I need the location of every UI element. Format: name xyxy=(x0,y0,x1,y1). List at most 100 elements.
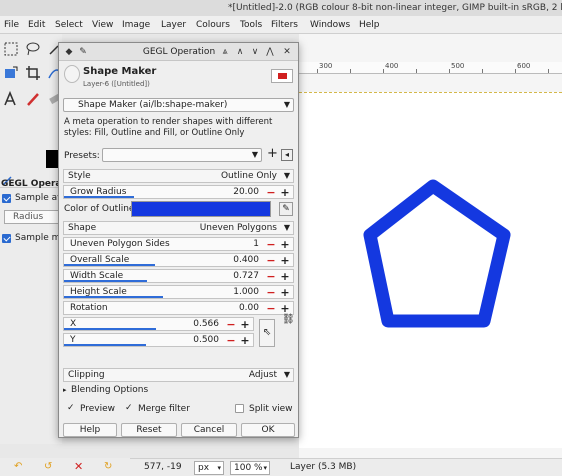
menu-edit[interactable]: Edit xyxy=(28,16,45,34)
menu-view[interactable]: View xyxy=(92,16,113,34)
param-value: 0.400 xyxy=(233,255,259,265)
menu-filters[interactable]: Filters xyxy=(271,16,298,34)
param-value: 1 xyxy=(253,239,259,249)
tool-options-dock: GEGL Operatio Sample ave Radius Sample m… xyxy=(0,174,75,444)
rect-select-icon[interactable] xyxy=(2,40,20,58)
grow-radius-slider[interactable]: Grow Radius 20.00 − + xyxy=(63,185,294,199)
clipping-select[interactable]: Clipping Adjust ▼ xyxy=(63,368,294,382)
add-preset-icon[interactable]: + xyxy=(267,146,278,161)
decrement-button[interactable]: − xyxy=(265,255,277,267)
decrement-button[interactable]: − xyxy=(225,335,237,347)
menu-file[interactable]: File xyxy=(4,16,19,34)
preview-checkbox[interactable]: ✓ xyxy=(67,403,75,413)
keep-above-icon[interactable]: ⩓ xyxy=(219,46,231,58)
gegl-operation-dialog: ◆ ✎ GEGL Operation ⩓ ∧ ∨ ⋀ ✕ Shape Maker… xyxy=(58,42,299,438)
expander-arrow-icon[interactable]: ▸ xyxy=(63,386,67,394)
sample-average-checkbox[interactable] xyxy=(2,194,11,203)
outline-color-button[interactable] xyxy=(131,201,271,217)
cancel-button[interactable]: Cancel xyxy=(181,423,237,437)
pentagon-outline-shape xyxy=(363,179,511,328)
x-slider[interactable]: X 0.566 − + xyxy=(63,317,254,331)
increment-button[interactable]: + xyxy=(279,271,291,283)
sample-merged-checkbox[interactable] xyxy=(2,234,11,243)
shape-label: Shape xyxy=(68,223,97,233)
increment-button[interactable]: + xyxy=(279,287,291,299)
polygon-sides-slider[interactable]: Uneven Polygon Sides 1 − + xyxy=(63,237,294,251)
width-scale-slider[interactable]: Width Scale 0.727 − + xyxy=(63,269,294,283)
close-icon[interactable]: ✕ xyxy=(281,46,293,58)
decrement-button[interactable]: − xyxy=(265,239,277,251)
increment-button[interactable]: + xyxy=(279,187,291,199)
crop-icon[interactable] xyxy=(24,64,42,82)
ok-button[interactable]: OK xyxy=(241,423,295,437)
operation-preview-icon xyxy=(271,69,293,83)
menu-bar: File Edit Select View Image Layer Colour… xyxy=(0,16,562,34)
zoom-value: 100 % xyxy=(234,463,263,473)
blending-options-expander[interactable]: Blending Options xyxy=(71,385,148,395)
ruler-label: 600 xyxy=(517,62,531,70)
color-outline-label: Color of Outline xyxy=(64,204,135,214)
increment-button[interactable]: + xyxy=(239,319,251,331)
decrement-button[interactable]: − xyxy=(265,287,277,299)
delete-icon[interactable]: ✕ xyxy=(74,460,83,473)
preview-label: Preview xyxy=(80,404,116,414)
increment-button[interactable]: + xyxy=(279,239,291,251)
minimize-icon[interactable]: ∨ xyxy=(249,46,261,58)
operation-name: Shape Maker xyxy=(83,66,157,77)
clipping-label: Clipping xyxy=(68,370,105,380)
rotation-slider[interactable]: Rotation 0.00 − + xyxy=(63,301,294,315)
color-picker-icon[interactable]: ✎ xyxy=(279,202,293,216)
horizontal-ruler[interactable]: 300 400 500 600 xyxy=(299,62,562,74)
split-view-checkbox[interactable] xyxy=(235,404,244,413)
decrement-button[interactable]: − xyxy=(265,187,277,199)
y-slider[interactable]: Y 0.500 − + xyxy=(63,333,254,347)
reset-button[interactable]: Reset xyxy=(121,423,177,437)
presets-label: Presets: xyxy=(64,151,100,161)
maximize-icon[interactable]: ⋀ xyxy=(264,46,276,58)
menu-select[interactable]: Select xyxy=(55,16,83,34)
chain-link-icon[interactable]: ⛓ xyxy=(282,315,295,325)
undo-icon[interactable]: ↶ xyxy=(14,461,22,472)
increment-button[interactable]: + xyxy=(239,335,251,347)
menu-image[interactable]: Image xyxy=(122,16,150,34)
menu-help[interactable]: Help xyxy=(359,16,380,34)
increment-button[interactable]: + xyxy=(279,255,291,267)
image-canvas[interactable] xyxy=(299,92,562,448)
pointer-coordinates: 577, -19 xyxy=(144,462,182,472)
transform-icon[interactable] xyxy=(2,64,20,82)
lasso-icon[interactable] xyxy=(24,40,42,58)
preset-menu-icon[interactable]: ◂ xyxy=(281,149,293,161)
decrement-button[interactable]: − xyxy=(265,271,277,283)
window-title: *[Untitled]-2.0 (RGB colour 8-bit non-li… xyxy=(0,0,562,16)
restore-icon[interactable]: ↺ xyxy=(44,461,52,472)
zoom-select[interactable]: 100 % ▾ xyxy=(230,461,270,475)
style-select[interactable]: Style Outline Only ▼ xyxy=(63,169,294,183)
gegl-logo-icon xyxy=(64,65,80,83)
operation-select[interactable]: Shape Maker (ai/lb:shape-maker) ▼ xyxy=(63,98,294,112)
unit-select[interactable]: px ▾ xyxy=(194,461,224,475)
menu-colours[interactable]: Colours xyxy=(196,16,230,34)
operation-select-value: Shape Maker (ai/lb:shape-maker) xyxy=(78,100,228,110)
overall-scale-slider[interactable]: Overall Scale 0.400 − + xyxy=(63,253,294,267)
dialog-titlebar[interactable]: ◆ ✎ GEGL Operation ⩓ ∧ ∨ ⋀ ✕ xyxy=(59,43,298,61)
shade-up-icon[interactable]: ∧ xyxy=(234,46,246,58)
radius-field[interactable]: Radius xyxy=(4,210,62,224)
presets-select[interactable]: ▼ xyxy=(102,148,262,162)
x-value: 0.566 xyxy=(193,319,219,329)
pick-coordinates-icon[interactable]: ⇖ xyxy=(259,319,275,347)
help-button[interactable]: Help xyxy=(63,423,117,437)
height-scale-slider[interactable]: Height Scale 1.000 − + xyxy=(63,285,294,299)
menu-tools[interactable]: Tools xyxy=(240,16,262,34)
reset-icon[interactable]: ↻ xyxy=(104,461,112,472)
y-value: 0.500 xyxy=(193,335,219,345)
paintbrush-icon[interactable] xyxy=(24,90,42,108)
menu-layer[interactable]: Layer xyxy=(161,16,186,34)
shape-select[interactable]: Shape Uneven Polygons ▼ xyxy=(63,221,294,235)
decrement-button[interactable]: − xyxy=(225,319,237,331)
decrement-button[interactable]: − xyxy=(265,303,277,315)
menu-windows[interactable]: Windows xyxy=(310,16,350,34)
merge-filter-checkbox[interactable]: ✓ xyxy=(125,403,133,413)
ruler-label: 500 xyxy=(451,62,465,70)
text-tool-icon[interactable] xyxy=(2,90,20,108)
param-label: Rotation xyxy=(70,303,108,313)
